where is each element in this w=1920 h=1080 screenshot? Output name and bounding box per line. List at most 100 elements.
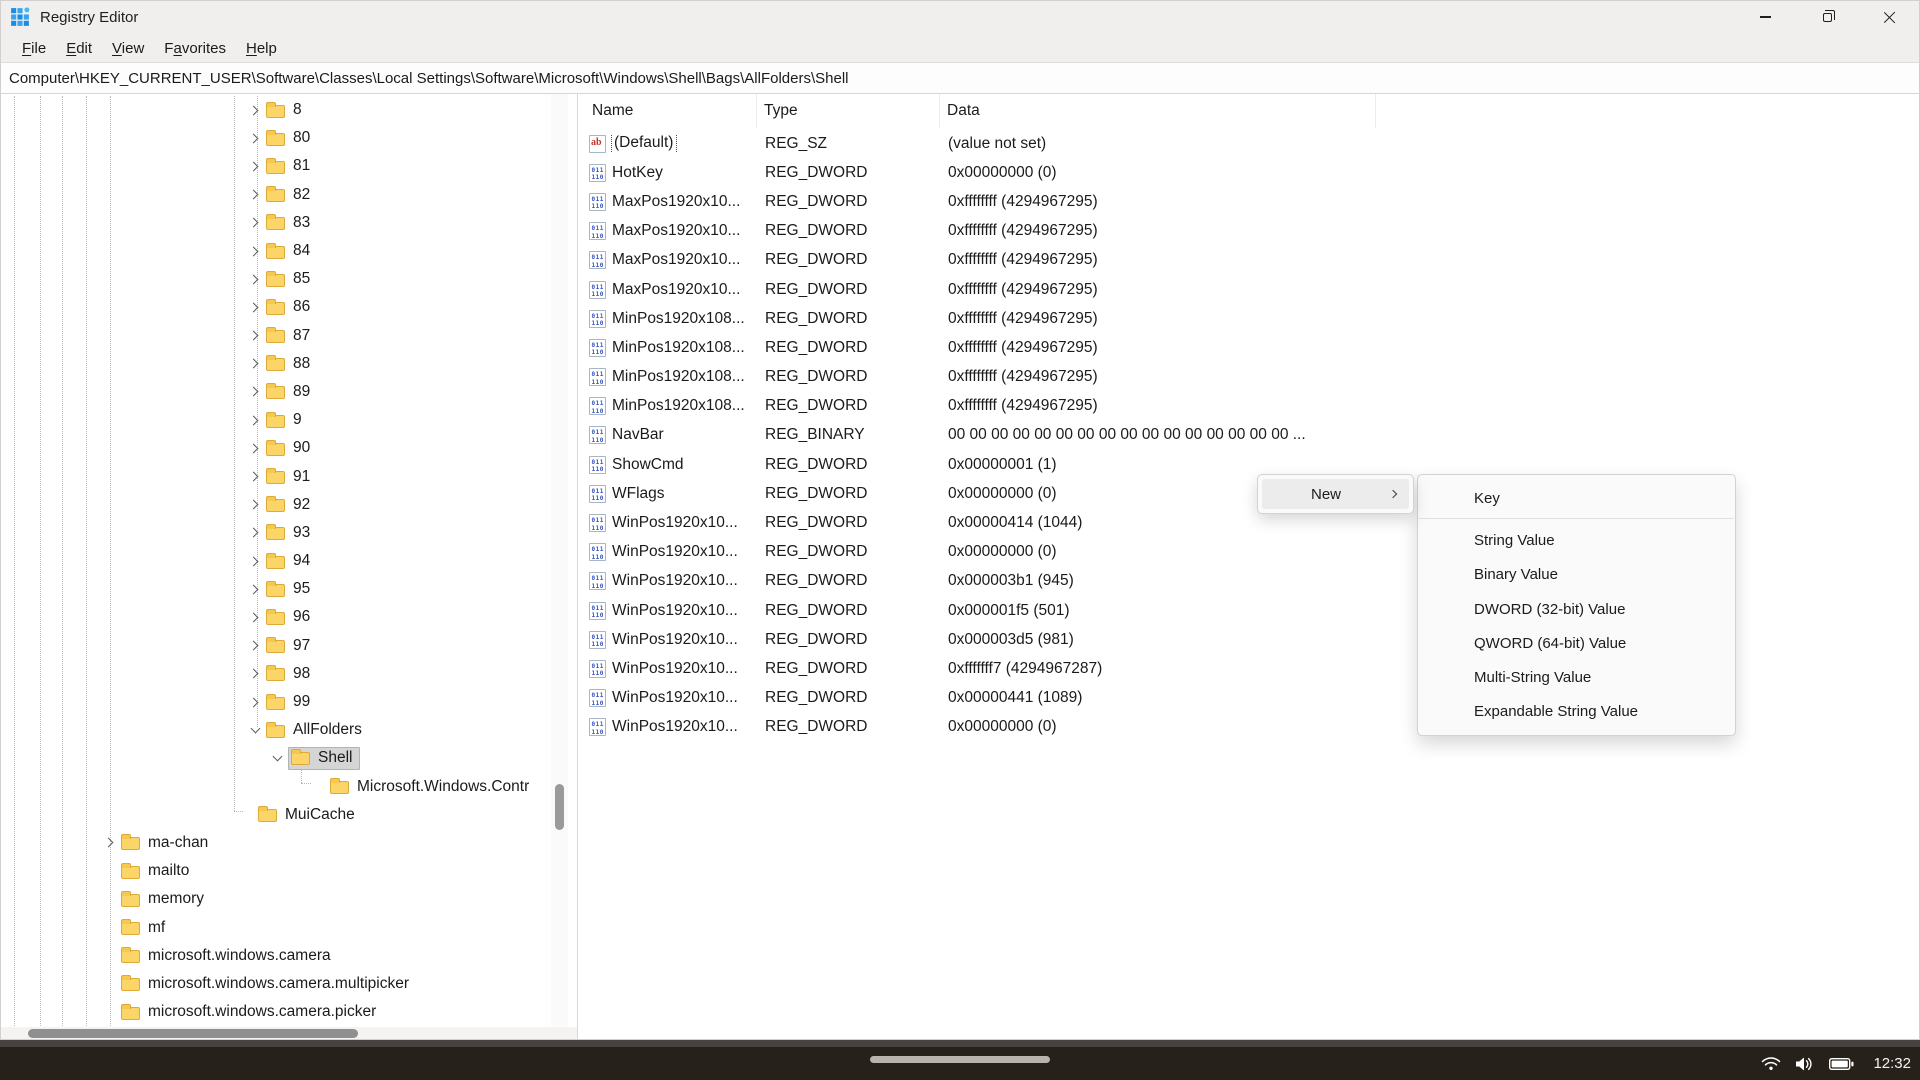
expand-chevron-icon[interactable]: [244, 360, 266, 367]
tree-item-94[interactable]: 94: [0, 547, 560, 575]
wifi-icon[interactable]: [1761, 1056, 1781, 1071]
tree-item-80[interactable]: 80: [0, 124, 560, 152]
volume-icon[interactable]: [1795, 1056, 1815, 1072]
expand-chevron-icon[interactable]: [244, 699, 266, 706]
registry-value-row-minpos1920x108[interactable]: MinPos1920x108...REG_DWORD0xffffffff (42…: [585, 333, 1920, 362]
taskbar-center-pill[interactable]: [870, 1056, 1050, 1063]
tree-item-microsoft-windows-camera[interactable]: microsoft.windows.camera: [0, 942, 560, 970]
submenu-item-multi-string-value[interactable]: Multi-String Value: [1418, 660, 1735, 694]
tree-item-81[interactable]: 81: [0, 152, 560, 180]
registry-value-row-hotkey[interactable]: HotKeyREG_DWORD0x00000000 (0): [585, 158, 1920, 187]
tree-item-allfolders[interactable]: AllFolders: [0, 716, 560, 744]
menu-edit[interactable]: Edit: [56, 37, 102, 60]
tree-item-86[interactable]: 86: [0, 293, 560, 321]
tree-item-memory[interactable]: memory: [0, 885, 560, 913]
clock[interactable]: 12:32: [1873, 1055, 1911, 1072]
registry-value-row-navbar[interactable]: NavBarREG_BINARY00 00 00 00 00 00 00 00 …: [585, 421, 1920, 450]
expand-chevron-icon[interactable]: [244, 276, 266, 283]
expand-chevron-icon[interactable]: [244, 248, 266, 255]
tree-item-ma-chan[interactable]: ma-chan: [0, 829, 560, 857]
tree-item-90[interactable]: 90: [0, 434, 560, 462]
expand-chevron-icon[interactable]: [244, 417, 266, 424]
tree-item-84[interactable]: 84: [0, 237, 560, 265]
context-menu-item-new[interactable]: New: [1262, 479, 1409, 509]
tree-item-97[interactable]: 97: [0, 632, 560, 660]
tree-item-88[interactable]: 88: [0, 350, 560, 378]
tree-item-83[interactable]: 83: [0, 209, 560, 237]
expand-chevron-icon[interactable]: [244, 529, 266, 536]
tree-item-microsoft-windows-contr[interactable]: Microsoft.Windows.Contr: [0, 773, 560, 801]
tree-item-9[interactable]: 9: [0, 406, 560, 434]
menu-view[interactable]: View: [102, 37, 154, 60]
tree-item-mailto[interactable]: mailto: [0, 857, 560, 885]
tree-item-89[interactable]: 89: [0, 378, 560, 406]
address-bar[interactable]: Computer\HKEY_CURRENT_USER\Software\Clas…: [0, 62, 1920, 94]
expand-chevron-icon[interactable]: [244, 219, 266, 226]
tree-item-85[interactable]: 85: [0, 265, 560, 293]
restore-button[interactable]: [1796, 0, 1858, 34]
expand-chevron-icon[interactable]: [244, 614, 266, 621]
tree-item-microsoft-windows-camera-multipicker[interactable]: microsoft.windows.camera.multipicker: [0, 970, 560, 998]
registry-value-row-minpos1920x108[interactable]: MinPos1920x108...REG_DWORD0xffffffff (42…: [585, 363, 1920, 392]
tree-item-91[interactable]: 91: [0, 462, 560, 490]
expand-chevron-icon[interactable]: [244, 332, 266, 339]
registry-value-row-maxpos1920x10[interactable]: MaxPos1920x10...REG_DWORD0xffffffff (429…: [585, 187, 1920, 216]
submenu-item-key[interactable]: Key: [1418, 481, 1735, 515]
submenu-item-binary-value[interactable]: Binary Value: [1418, 558, 1735, 592]
tree-item-mf[interactable]: mf: [0, 913, 560, 941]
expand-chevron-icon[interactable]: [244, 191, 266, 198]
expand-chevron-icon[interactable]: [244, 445, 266, 452]
menu-help[interactable]: Help: [236, 37, 287, 60]
menu-file[interactable]: File: [12, 37, 56, 60]
tree-item-98[interactable]: 98: [0, 660, 560, 688]
tree-horizontal-scrollbar-thumb[interactable]: [28, 1029, 358, 1038]
tree-item-87[interactable]: 87: [0, 322, 560, 350]
tree-item-99[interactable]: 99: [0, 688, 560, 716]
registry-value-row-minpos1920x108[interactable]: MinPos1920x108...REG_DWORD0xffffffff (42…: [585, 392, 1920, 421]
expand-chevron-icon[interactable]: [244, 135, 266, 142]
tree-item-82[interactable]: 82: [0, 181, 560, 209]
tree-item-93[interactable]: 93: [0, 519, 560, 547]
expand-chevron-icon[interactable]: [244, 163, 266, 170]
column-header-data[interactable]: Data: [940, 94, 1376, 128]
collapse-chevron-icon[interactable]: [244, 728, 266, 732]
expand-chevron-icon[interactable]: [244, 642, 266, 649]
submenu-item-dword-32-bit-value[interactable]: DWORD (32-bit) Value: [1418, 592, 1735, 626]
expand-chevron-icon[interactable]: [244, 670, 266, 677]
tree-item-microsoft-windows-camera-picker[interactable]: microsoft.windows.camera.picker: [0, 998, 560, 1026]
expand-chevron-icon[interactable]: [244, 473, 266, 480]
expand-chevron-icon[interactable]: [244, 388, 266, 395]
expand-chevron-icon[interactable]: [244, 304, 266, 311]
expand-chevron-icon[interactable]: [244, 107, 266, 114]
minimize-button[interactable]: [1734, 0, 1796, 34]
tree-vertical-scrollbar-thumb[interactable]: [555, 784, 564, 830]
tree-item-muicache[interactable]: MuiCache: [0, 801, 560, 829]
expand-chevron-icon[interactable]: [244, 501, 266, 508]
registry-value-row-default[interactable]: (Default)REG_SZ(value not set): [585, 129, 1920, 158]
registry-value-row-maxpos1920x10[interactable]: MaxPos1920x10...REG_DWORD0xffffffff (429…: [585, 275, 1920, 304]
tree-horizontal-scrollbar[interactable]: [0, 1027, 578, 1040]
expand-chevron-icon[interactable]: [244, 586, 266, 593]
menu-favorites[interactable]: Favorites: [154, 37, 236, 60]
cell-name: WFlags: [585, 485, 757, 503]
submenu-item-string-value[interactable]: String Value: [1418, 523, 1735, 557]
tree-item-shell[interactable]: Shell: [0, 744, 560, 772]
expand-chevron-icon[interactable]: [244, 558, 266, 565]
tree-item-8[interactable]: 8: [0, 96, 560, 124]
tree-item-92[interactable]: 92: [0, 491, 560, 519]
column-header-name[interactable]: Name: [585, 94, 757, 128]
close-button[interactable]: [1858, 0, 1920, 34]
battery-icon[interactable]: [1829, 1057, 1854, 1071]
submenu-item-qword-64-bit-value[interactable]: QWORD (64-bit) Value: [1418, 626, 1735, 660]
tree-vertical-scrollbar[interactable]: [551, 94, 568, 1026]
tree-item-96[interactable]: 96: [0, 603, 560, 631]
registry-value-row-maxpos1920x10[interactable]: MaxPos1920x10...REG_DWORD0xffffffff (429…: [585, 217, 1920, 246]
expand-chevron-icon[interactable]: [99, 839, 121, 846]
registry-value-row-maxpos1920x10[interactable]: MaxPos1920x10...REG_DWORD0xffffffff (429…: [585, 246, 1920, 275]
tree-item-95[interactable]: 95: [0, 575, 560, 603]
registry-value-row-minpos1920x108[interactable]: MinPos1920x108...REG_DWORD0xffffffff (42…: [585, 304, 1920, 333]
submenu-item-expandable-string-value[interactable]: Expandable String Value: [1418, 695, 1735, 729]
collapse-chevron-icon[interactable]: [266, 756, 288, 760]
column-header-type[interactable]: Type: [757, 94, 940, 128]
value-type: REG_DWORD: [757, 281, 940, 299]
